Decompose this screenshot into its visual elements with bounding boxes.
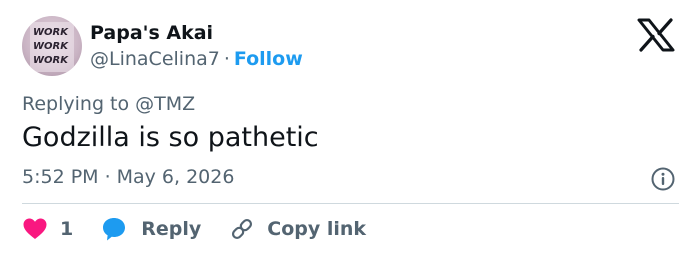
replying-prefix: Replying to — [22, 93, 130, 115]
action-bar: 1 Reply Copy link — [22, 215, 366, 243]
like-button[interactable]: 1 — [22, 217, 73, 241]
tweet-timestamp[interactable]: 5:52 PM · May 6, 2026 — [22, 166, 234, 188]
handle-separator: · — [223, 48, 230, 70]
author-name[interactable]: Papa's Akai — [90, 22, 213, 44]
like-count: 1 — [60, 218, 74, 240]
divider — [22, 203, 679, 204]
avatar-text-2: WORK — [33, 41, 69, 52]
avatar[interactable]: WORK WORK WORK — [22, 16, 82, 76]
tweet-time[interactable]: 5:52 PM — [22, 166, 99, 188]
heart-icon — [23, 218, 47, 239]
avatar-text-1: WORK — [33, 27, 69, 38]
x-logo-icon[interactable] — [636, 18, 676, 52]
meta-separator: · — [104, 166, 111, 188]
tweet-date[interactable]: May 6, 2026 — [117, 166, 235, 188]
speech-bubble-icon — [103, 218, 126, 241]
reply-label: Reply — [141, 218, 202, 240]
avatar-image: WORK WORK WORK — [30, 22, 74, 72]
replying-mention[interactable]: @TMZ — [135, 93, 195, 115]
info-icon[interactable] — [650, 166, 676, 192]
handle-row: @LinaCelina7 · Follow — [90, 48, 303, 70]
tweet-text: Godzilla is so pathetic — [22, 122, 319, 153]
link-icon — [232, 218, 253, 240]
copy-link-button[interactable]: Copy link — [229, 216, 366, 242]
replying-to: Replying to @TMZ — [22, 93, 195, 115]
author-handle[interactable]: @LinaCelina7 — [90, 48, 220, 70]
copy-link-label: Copy link — [267, 218, 367, 240]
follow-button[interactable]: Follow — [234, 48, 303, 70]
avatar-text-3: WORK — [33, 55, 69, 66]
reply-button[interactable]: Reply — [101, 216, 201, 242]
